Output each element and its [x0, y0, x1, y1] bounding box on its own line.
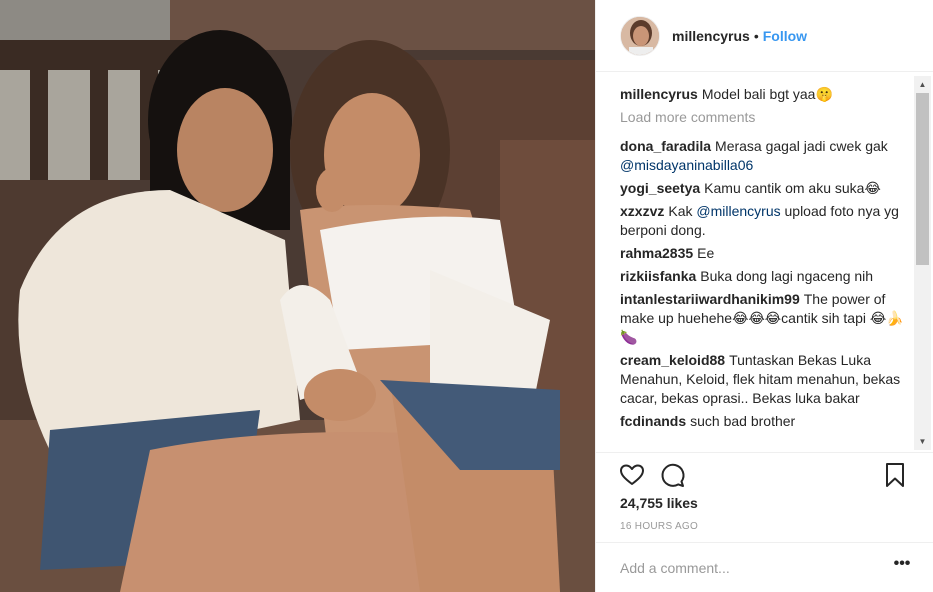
add-comment-input[interactable] [620, 557, 870, 579]
comment-username[interactable]: fcdinands [620, 413, 686, 429]
comment-username[interactable]: intanlestariiwardhanikim99 [620, 291, 800, 307]
save-button[interactable] [881, 461, 909, 489]
heart-icon [620, 464, 644, 485]
scrollbar-thumb[interactable] [916, 93, 929, 265]
comment-item: dona_faradila Merasa gagal jadi cwek gak … [620, 137, 912, 175]
comment-text: such bad brother [690, 413, 796, 429]
likes-count[interactable]: 24,755 likes [620, 495, 698, 511]
post-side-panel: millencyrus • Follow millencyrus Model ba… [595, 0, 933, 592]
comments-list[interactable]: millencyrus Model bali bgt yaa🤫 Load more… [620, 85, 912, 447]
post-timestamp[interactable]: 16 HOURS AGO [620, 521, 698, 532]
comment-item: yogi_seetya Kamu cantik om aku suka😂 [620, 179, 912, 198]
comments-scrollbar[interactable]: ▲ ▼ [914, 76, 931, 450]
comment-item: rahma2835 Ee [620, 244, 912, 263]
caption-username[interactable]: millencyrus [620, 86, 698, 102]
post-image [0, 0, 595, 592]
comment-username[interactable]: xzxzvz [620, 203, 664, 219]
post-header: millencyrus • Follow [596, 0, 933, 72]
comment-icon [661, 463, 685, 487]
comment-text: Buka dong lagi ngaceng nih [700, 268, 874, 284]
comment-username[interactable]: yogi_seetya [620, 180, 700, 196]
comment-username[interactable]: dona_faradila [620, 138, 711, 154]
caption-text: Model bali bgt yaa🤫 [701, 86, 833, 102]
comment-item: rizkiisfanka Buka dong lagi ngaceng nih [620, 267, 912, 286]
more-options-icon[interactable]: ••• [891, 556, 913, 579]
scroll-up-arrow-icon[interactable]: ▲ [914, 76, 931, 93]
scroll-down-arrow-icon[interactable]: ▼ [914, 433, 931, 450]
like-button[interactable] [618, 461, 646, 489]
avatar-image [621, 16, 659, 55]
comment-item: xzxzvz Kak @millencyrus upload foto nya y… [620, 202, 912, 240]
comment-text: Merasa gagal jadi cwek gak [715, 138, 888, 154]
follow-button[interactable]: Follow [763, 28, 807, 44]
comment-username[interactable]: cream_keloid88 [620, 352, 725, 368]
comment-username[interactable]: rizkiisfanka [620, 268, 696, 284]
header-separator: • [753, 27, 759, 44]
avatar[interactable] [620, 15, 660, 56]
comment-item: intanlestariiwardhanikim99 The power of m… [620, 290, 912, 347]
caption: millencyrus Model bali bgt yaa🤫 [620, 85, 912, 104]
comment-username[interactable]: rahma2835 [620, 245, 693, 261]
comment-text: Kamu cantik om aku suka😂 [704, 180, 881, 196]
bookmark-icon [886, 463, 904, 487]
add-comment-bar: ••• [596, 542, 933, 592]
comment-item: fcdinands such bad brother [620, 412, 912, 431]
comment-mention[interactable]: @misdayaninabilla06 [620, 157, 753, 173]
comment-mention[interactable]: @millencyrus [696, 203, 780, 219]
comment-text: Kak [668, 203, 693, 219]
load-more-comments-button[interactable]: Load more comments [620, 108, 912, 127]
post-photo[interactable] [0, 0, 595, 592]
comment-text: Ee [697, 245, 715, 261]
comment-button[interactable] [658, 461, 686, 489]
header-username[interactable]: millencyrus [672, 28, 750, 44]
comment-item: cream_keloid88 Tuntaskan Bekas Luka Menah… [620, 351, 912, 408]
post-actions: 24,755 likes 16 HOURS AGO [596, 452, 933, 542]
